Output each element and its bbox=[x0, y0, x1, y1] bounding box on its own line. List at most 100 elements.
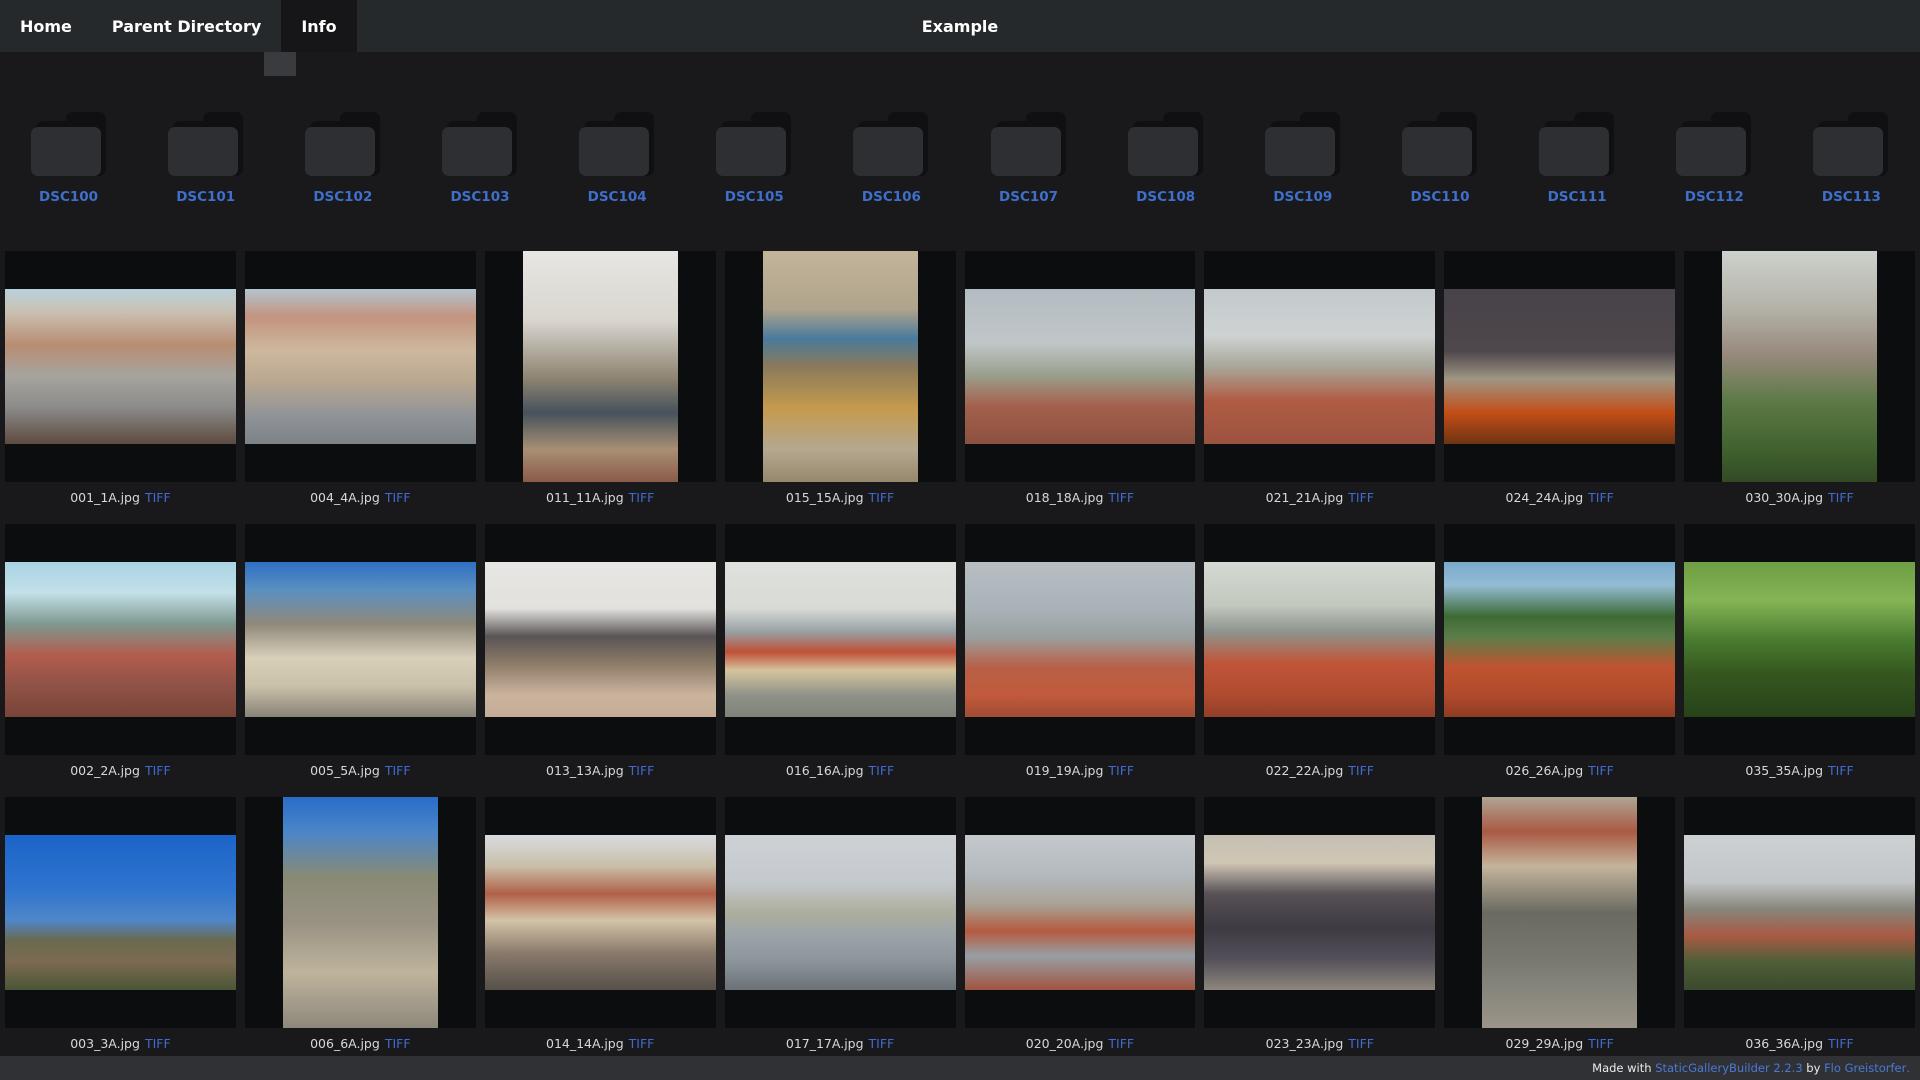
folder-name[interactable]: DSC102 bbox=[313, 189, 372, 205]
folder-link[interactable]: DSC106 bbox=[823, 112, 960, 205]
footer-prefix: Made with bbox=[1592, 1061, 1655, 1075]
photo-thumbnail[interactable] bbox=[485, 835, 716, 990]
folder-name[interactable]: DSC111 bbox=[1548, 189, 1607, 205]
folder-name[interactable]: DSC113 bbox=[1822, 189, 1881, 205]
photo-item: 022_22A.jpgTIFF bbox=[1204, 524, 1435, 779]
folder-name[interactable]: DSC101 bbox=[176, 189, 235, 205]
photo-caption: 022_22A.jpgTIFF bbox=[1204, 763, 1435, 779]
folder-name[interactable]: DSC100 bbox=[39, 189, 98, 205]
folder-link[interactable]: DSC102 bbox=[274, 112, 411, 205]
tiff-link[interactable]: TIFF bbox=[629, 490, 655, 505]
tiff-link[interactable]: TIFF bbox=[1348, 490, 1374, 505]
photo-thumbnail[interactable] bbox=[1444, 289, 1675, 444]
photo-thumbnail[interactable] bbox=[283, 797, 438, 1028]
photo-caption: 023_23A.jpgTIFF bbox=[1204, 1036, 1435, 1052]
folder-name[interactable]: DSC112 bbox=[1685, 189, 1744, 205]
tiff-link[interactable]: TIFF bbox=[629, 763, 655, 778]
tiff-link[interactable]: TIFF bbox=[385, 1036, 411, 1051]
photo-thumbnail[interactable] bbox=[245, 289, 476, 444]
photo-thumbnail[interactable] bbox=[725, 562, 956, 717]
photo-cell bbox=[965, 524, 1196, 755]
photo-filename: 015_15A.jpg bbox=[786, 490, 864, 505]
tiff-link[interactable]: TIFF bbox=[1588, 490, 1614, 505]
folder-link[interactable]: DSC104 bbox=[549, 112, 686, 205]
photo-thumbnail[interactable] bbox=[1684, 562, 1915, 717]
author-link[interactable]: Flo Greistorfer bbox=[1824, 1061, 1906, 1075]
tiff-link[interactable]: TIFF bbox=[1828, 1036, 1854, 1051]
folder-link[interactable]: DSC110 bbox=[1371, 112, 1508, 205]
photo-cell bbox=[5, 251, 236, 482]
photo-thumbnail[interactable] bbox=[763, 251, 918, 482]
tiff-link[interactable]: TIFF bbox=[385, 490, 411, 505]
photo-caption: 004_4A.jpgTIFF bbox=[245, 490, 476, 506]
folder-link[interactable]: DSC109 bbox=[1234, 112, 1371, 205]
gallery-builder-link[interactable]: StaticGalleryBuilder 2.2.3 bbox=[1655, 1061, 1802, 1075]
tiff-link[interactable]: TIFF bbox=[385, 763, 411, 778]
photo-thumbnail[interactable] bbox=[725, 835, 956, 990]
tiff-link[interactable]: TIFF bbox=[1828, 490, 1854, 505]
folder-name[interactable]: DSC106 bbox=[862, 189, 921, 205]
photo-thumbnail[interactable] bbox=[965, 562, 1196, 717]
photo-thumbnail[interactable] bbox=[1204, 835, 1435, 990]
tiff-link[interactable]: TIFF bbox=[869, 490, 895, 505]
photo-thumbnail[interactable] bbox=[1444, 562, 1675, 717]
nav-item[interactable]: Info bbox=[281, 0, 356, 52]
nav-item[interactable]: Home bbox=[0, 0, 92, 52]
photo-thumbnail[interactable] bbox=[5, 289, 236, 444]
tiff-link[interactable]: TIFF bbox=[1108, 763, 1134, 778]
photo-item: 024_24A.jpgTIFF bbox=[1444, 251, 1675, 506]
folder-front-shape bbox=[991, 127, 1061, 176]
photo-cell bbox=[1684, 524, 1915, 755]
tiff-link[interactable]: TIFF bbox=[1588, 1036, 1614, 1051]
tiff-link[interactable]: TIFF bbox=[1108, 1036, 1134, 1051]
photo-thumbnail[interactable] bbox=[1204, 289, 1435, 444]
photo-thumbnail[interactable] bbox=[965, 835, 1196, 990]
folder-front-shape bbox=[1539, 127, 1609, 176]
photo-thumbnail[interactable] bbox=[1722, 251, 1877, 482]
photo-thumbnail[interactable] bbox=[1204, 562, 1435, 717]
folder-link[interactable]: DSC107 bbox=[960, 112, 1097, 205]
folder-name[interactable]: DSC109 bbox=[1273, 189, 1332, 205]
photo-cell bbox=[485, 797, 716, 1028]
folder-name[interactable]: DSC110 bbox=[1410, 189, 1469, 205]
tiff-link[interactable]: TIFF bbox=[1348, 763, 1374, 778]
photo-thumbnail[interactable] bbox=[485, 562, 716, 717]
photo-thumbnail[interactable] bbox=[1684, 835, 1915, 990]
tiff-link[interactable]: TIFF bbox=[1588, 763, 1614, 778]
tiff-link[interactable]: TIFF bbox=[145, 763, 171, 778]
folder-name[interactable]: DSC107 bbox=[999, 189, 1058, 205]
folder-link[interactable]: DSC100 bbox=[0, 112, 137, 205]
tiff-link[interactable]: TIFF bbox=[629, 1036, 655, 1051]
folder-link[interactable]: DSC111 bbox=[1509, 112, 1646, 205]
photo-filename: 013_13A.jpg bbox=[546, 763, 624, 778]
folder-name[interactable]: DSC103 bbox=[450, 189, 509, 205]
folder-name[interactable]: DSC104 bbox=[588, 189, 647, 205]
tiff-link[interactable]: TIFF bbox=[869, 763, 895, 778]
photo-item: 013_13A.jpg TIFF bbox=[485, 524, 716, 779]
folder-link[interactable]: DSC113 bbox=[1783, 112, 1920, 205]
photo-thumbnail[interactable] bbox=[1482, 797, 1637, 1028]
tiff-link[interactable]: TIFF bbox=[869, 1036, 895, 1051]
tiff-link[interactable]: TIFF bbox=[1108, 490, 1134, 505]
tiff-link[interactable]: TIFF bbox=[1828, 763, 1854, 778]
photo-thumbnail[interactable] bbox=[5, 835, 236, 990]
photo-cell bbox=[1444, 524, 1675, 755]
photo-filename: 001_1A.jpg bbox=[70, 490, 140, 505]
photo-thumbnail[interactable] bbox=[523, 251, 678, 482]
folder-name[interactable]: DSC105 bbox=[725, 189, 784, 205]
folder-link[interactable]: DSC105 bbox=[686, 112, 823, 205]
photo-thumbnail[interactable] bbox=[965, 289, 1196, 444]
folder-icon bbox=[1813, 112, 1889, 176]
folder-link[interactable]: DSC103 bbox=[411, 112, 548, 205]
tiff-link[interactable]: TIFF bbox=[145, 490, 171, 505]
photo-caption: 024_24A.jpgTIFF bbox=[1444, 490, 1675, 506]
folder-link[interactable]: DSC101 bbox=[137, 112, 274, 205]
folder-link[interactable]: DSC112 bbox=[1646, 112, 1783, 205]
tiff-link[interactable]: TIFF bbox=[1348, 1036, 1374, 1051]
tiff-link[interactable]: TIFF bbox=[145, 1036, 171, 1051]
photo-thumbnail[interactable] bbox=[5, 562, 236, 717]
photo-thumbnail[interactable] bbox=[245, 562, 476, 717]
folder-name[interactable]: DSC108 bbox=[1136, 189, 1195, 205]
folder-link[interactable]: DSC108 bbox=[1097, 112, 1234, 205]
nav-item[interactable]: Parent Directory bbox=[92, 0, 281, 52]
